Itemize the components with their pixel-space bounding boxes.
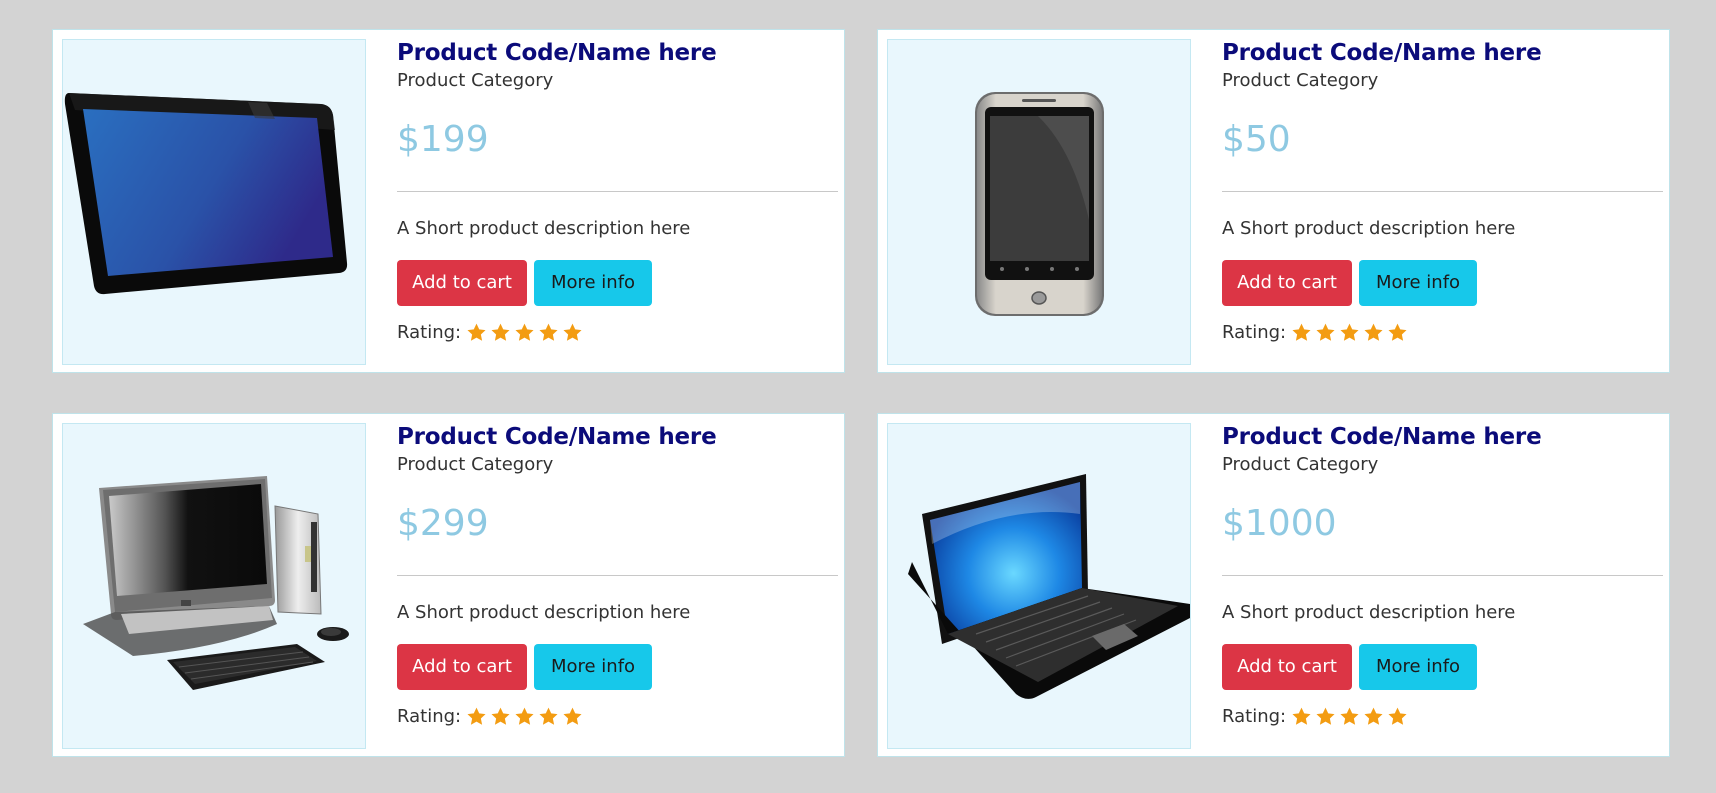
star-icon (562, 322, 583, 343)
star-icon (1315, 322, 1336, 343)
rating-label: Rating: (1222, 322, 1287, 343)
product-image-box (887, 423, 1191, 749)
star-icon (1363, 706, 1384, 727)
product-info: Product Code/Name here Product Category … (1222, 414, 1663, 756)
product-description: A Short product description here (1222, 218, 1516, 239)
product-price: $1000 (1222, 503, 1337, 544)
product-price: $50 (1222, 119, 1291, 160)
star-icon (1315, 706, 1336, 727)
product-description: A Short product description here (397, 602, 691, 623)
star-icon (490, 706, 511, 727)
divider (397, 191, 838, 192)
product-category: Product Category (397, 454, 554, 475)
product-card: Product Code/Name here Product Category … (52, 29, 845, 373)
product-card: Product Code/Name here Product Category … (877, 413, 1670, 757)
star-icon (1291, 322, 1312, 343)
product-description: A Short product description here (397, 218, 691, 239)
product-info: Product Code/Name here Product Category … (1222, 30, 1663, 372)
star-icon (514, 322, 535, 343)
product-image-box (62, 423, 366, 749)
product-description: A Short product description here (1222, 602, 1516, 623)
star-icon (490, 322, 511, 343)
more-info-button[interactable]: More info (1359, 260, 1477, 306)
rating-label: Rating: (397, 706, 462, 727)
product-category: Product Category (397, 70, 554, 91)
star-icon (1339, 322, 1360, 343)
product-image-box (887, 39, 1191, 365)
product-info: Product Code/Name here Product Category … (397, 414, 838, 756)
product-rating: Rating: (397, 322, 583, 343)
star-icon (1339, 706, 1360, 727)
star-icon (1291, 706, 1312, 727)
rating-stars (466, 706, 583, 727)
product-title[interactable]: Product Code/Name here (397, 424, 717, 450)
product-rating: Rating: (397, 706, 583, 727)
product-info: Product Code/Name here Product Category … (397, 30, 838, 372)
star-icon (1363, 322, 1384, 343)
product-card: Product Code/Name here Product Category … (52, 413, 845, 757)
more-info-button[interactable]: More info (1359, 644, 1477, 690)
star-icon (1387, 706, 1408, 727)
star-icon (466, 322, 487, 343)
divider (397, 575, 838, 576)
star-icon (1387, 322, 1408, 343)
star-icon (466, 706, 487, 727)
product-rating: Rating: (1222, 706, 1408, 727)
divider (1222, 575, 1663, 576)
add-to-cart-button[interactable]: Add to cart (397, 644, 527, 690)
rating-label: Rating: (397, 322, 462, 343)
product-category: Product Category (1222, 70, 1379, 91)
rating-stars (466, 322, 583, 343)
rating-stars (1291, 706, 1408, 727)
product-price: $199 (397, 119, 489, 160)
product-title[interactable]: Product Code/Name here (1222, 424, 1542, 450)
star-icon (514, 706, 535, 727)
product-card: Product Code/Name here Product Category … (877, 29, 1670, 373)
more-info-button[interactable]: More info (534, 260, 652, 306)
rating-stars (1291, 322, 1408, 343)
product-title[interactable]: Product Code/Name here (397, 40, 717, 66)
add-to-cart-button[interactable]: Add to cart (397, 260, 527, 306)
divider (1222, 191, 1663, 192)
tablet-image (64, 93, 348, 295)
smartphone-image (975, 92, 1104, 316)
product-image-box (62, 39, 366, 365)
desktop-computer-image (83, 476, 349, 690)
product-price: $299 (397, 503, 489, 544)
laptop-image (908, 474, 1190, 699)
product-rating: Rating: (1222, 322, 1408, 343)
add-to-cart-button[interactable]: Add to cart (1222, 260, 1352, 306)
product-category: Product Category (1222, 454, 1379, 475)
star-icon (538, 322, 559, 343)
more-info-button[interactable]: More info (534, 644, 652, 690)
star-icon (538, 706, 559, 727)
product-title[interactable]: Product Code/Name here (1222, 40, 1542, 66)
star-icon (562, 706, 583, 727)
add-to-cart-button[interactable]: Add to cart (1222, 644, 1352, 690)
rating-label: Rating: (1222, 706, 1287, 727)
